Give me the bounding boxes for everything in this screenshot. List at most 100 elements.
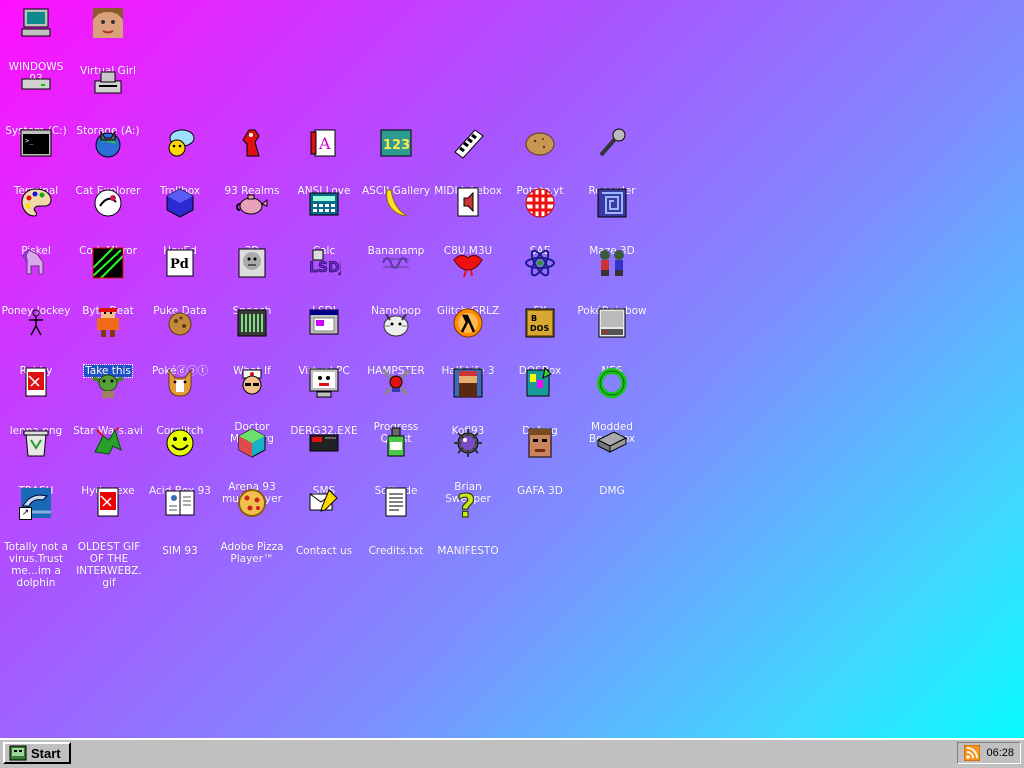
codemirror-icon (91, 186, 125, 220)
desktop-icon-label: Contact us (295, 545, 353, 557)
contact-icon (307, 486, 341, 520)
fighter-icon (451, 366, 485, 400)
whatif-icon (235, 306, 269, 340)
dosbox-icon: B DOS (523, 306, 557, 340)
svg-text:DOS: DOS (530, 324, 549, 333)
desktop-icon-label: Adobe Pizza Player™ (220, 541, 284, 565)
desktop-icon-label: SIM 93 (162, 545, 198, 557)
pd-icon: Pd (163, 246, 197, 280)
svg-text:>_: >_ (25, 137, 34, 145)
bytebeat-icon (91, 246, 125, 280)
book-icon (163, 486, 197, 520)
palette-icon (19, 186, 53, 220)
start-label: Start (31, 745, 61, 761)
taskbar: Start 06:28 (0, 738, 1024, 768)
playlist-icon (451, 186, 485, 220)
gif-file-icon (91, 486, 125, 520)
cat-globe-icon (91, 126, 125, 160)
terminal-icon: >_ (19, 126, 53, 160)
windows93-logo-icon (9, 745, 27, 761)
ansi-letter-icon: A (307, 126, 341, 160)
calculator-icon (307, 186, 341, 220)
crossed-swords-icon (379, 366, 413, 400)
chat-bubble-icon (163, 126, 197, 160)
svg-text:B: B (531, 314, 537, 323)
amiga-ball-icon (523, 186, 557, 220)
dolphin-icon: ↗ (19, 486, 53, 520)
dmg-icon (595, 426, 629, 460)
desktop-icon[interactable]: Adobe Pizza Player™ (216, 486, 288, 566)
stick-figure-icon (19, 306, 53, 340)
clock: 06:28 (986, 747, 1014, 759)
svg-text:LSDJ: LSDJ (309, 260, 341, 276)
window-icon (307, 306, 341, 340)
desktop-icon[interactable]: DMG (576, 426, 648, 498)
svg-text:123: 123 (383, 138, 410, 153)
desktop-icon[interactable]: ? MANIFESTO (432, 486, 504, 558)
defrag-icon (523, 366, 557, 400)
rgb-cube-icon (235, 426, 269, 460)
bottle-icon (379, 426, 413, 460)
pizza-icon (235, 486, 269, 520)
desktop-icon[interactable]: Contact us (288, 486, 360, 558)
atom-icon (523, 246, 557, 280)
svg-text:?: ? (457, 487, 476, 520)
desktop-icon-label: GAFA 3D (517, 485, 563, 497)
desktop-icon[interactable]: SIM 93 (144, 486, 216, 558)
text-file-icon (379, 486, 413, 520)
derg-monitor-icon (307, 366, 341, 400)
system-tray: 06:28 (957, 742, 1021, 764)
desktop-icon[interactable]: Credits.txt (360, 486, 432, 558)
question-mark-icon: ? (451, 486, 485, 521)
computer-icon (19, 6, 53, 40)
girl-face-icon (91, 6, 125, 40)
piano-keys-icon (451, 126, 485, 160)
desktop-icon[interactable]: GAFA 3D (504, 426, 576, 498)
desktop-icon-label: OLDEST GIF OF THE INTERWEBZ.gif (76, 541, 142, 589)
knight-icon (235, 126, 269, 160)
pokedot-icon (163, 306, 197, 340)
rss-icon[interactable] (964, 745, 981, 761)
dragon-icon (91, 426, 125, 460)
shortcut-arrow-icon: ↗ (19, 507, 32, 520)
desktop[interactable]: WINDOWS 93Virtual GirlSystem (C:)Storage… (0, 0, 1024, 738)
console-icon (307, 426, 341, 460)
maze-icon (595, 186, 629, 220)
cube-icon (163, 186, 197, 220)
start-button[interactable]: Start (3, 742, 71, 764)
svg-text:A: A (318, 134, 331, 153)
desktop-icon[interactable]: OLDEST GIF OF THE INTERWEBZ.gif (72, 486, 144, 590)
lips-icon (451, 246, 485, 280)
pony-icon (19, 246, 53, 280)
floppy-drive-icon (91, 66, 125, 100)
image-file-icon (19, 366, 53, 400)
pixel-character-icon (91, 306, 125, 340)
banana-icon (379, 186, 413, 220)
potato-icon (523, 126, 557, 160)
corgi-icon (163, 366, 197, 400)
mine-icon (451, 426, 485, 460)
desktop-icon-label: MANIFESTO (437, 545, 499, 557)
marine-face-icon (523, 426, 557, 460)
face-speech-icon (235, 246, 269, 280)
half-life-icon (451, 306, 485, 340)
hamster-icon (379, 306, 413, 340)
trainers-icon (595, 246, 629, 280)
smiley-icon (163, 426, 197, 460)
green-ring-icon (595, 366, 629, 400)
recycle-bin-icon (19, 426, 53, 460)
ascii-123-icon: 123 (379, 126, 413, 160)
desktop-icon-label: DMG (599, 485, 625, 497)
desktop-icon-label: Credits.txt (368, 545, 424, 557)
hard-drive-icon (19, 66, 53, 100)
wave-icon (379, 246, 413, 280)
doctor-icon (235, 366, 269, 400)
desktop-icon-label: Totally not a virus.Trust me...im a dolp… (4, 541, 68, 589)
nes-icon (595, 306, 629, 340)
yoda-icon (91, 366, 125, 400)
desktop-icon[interactable]: ↗ Totally not a virus.Trust me...im a dol… (0, 486, 72, 590)
teapot-icon (235, 186, 269, 220)
microphone-icon (595, 126, 629, 160)
svg-text:Pd: Pd (170, 257, 189, 272)
lsdj-icon: LSDJ (307, 246, 341, 280)
